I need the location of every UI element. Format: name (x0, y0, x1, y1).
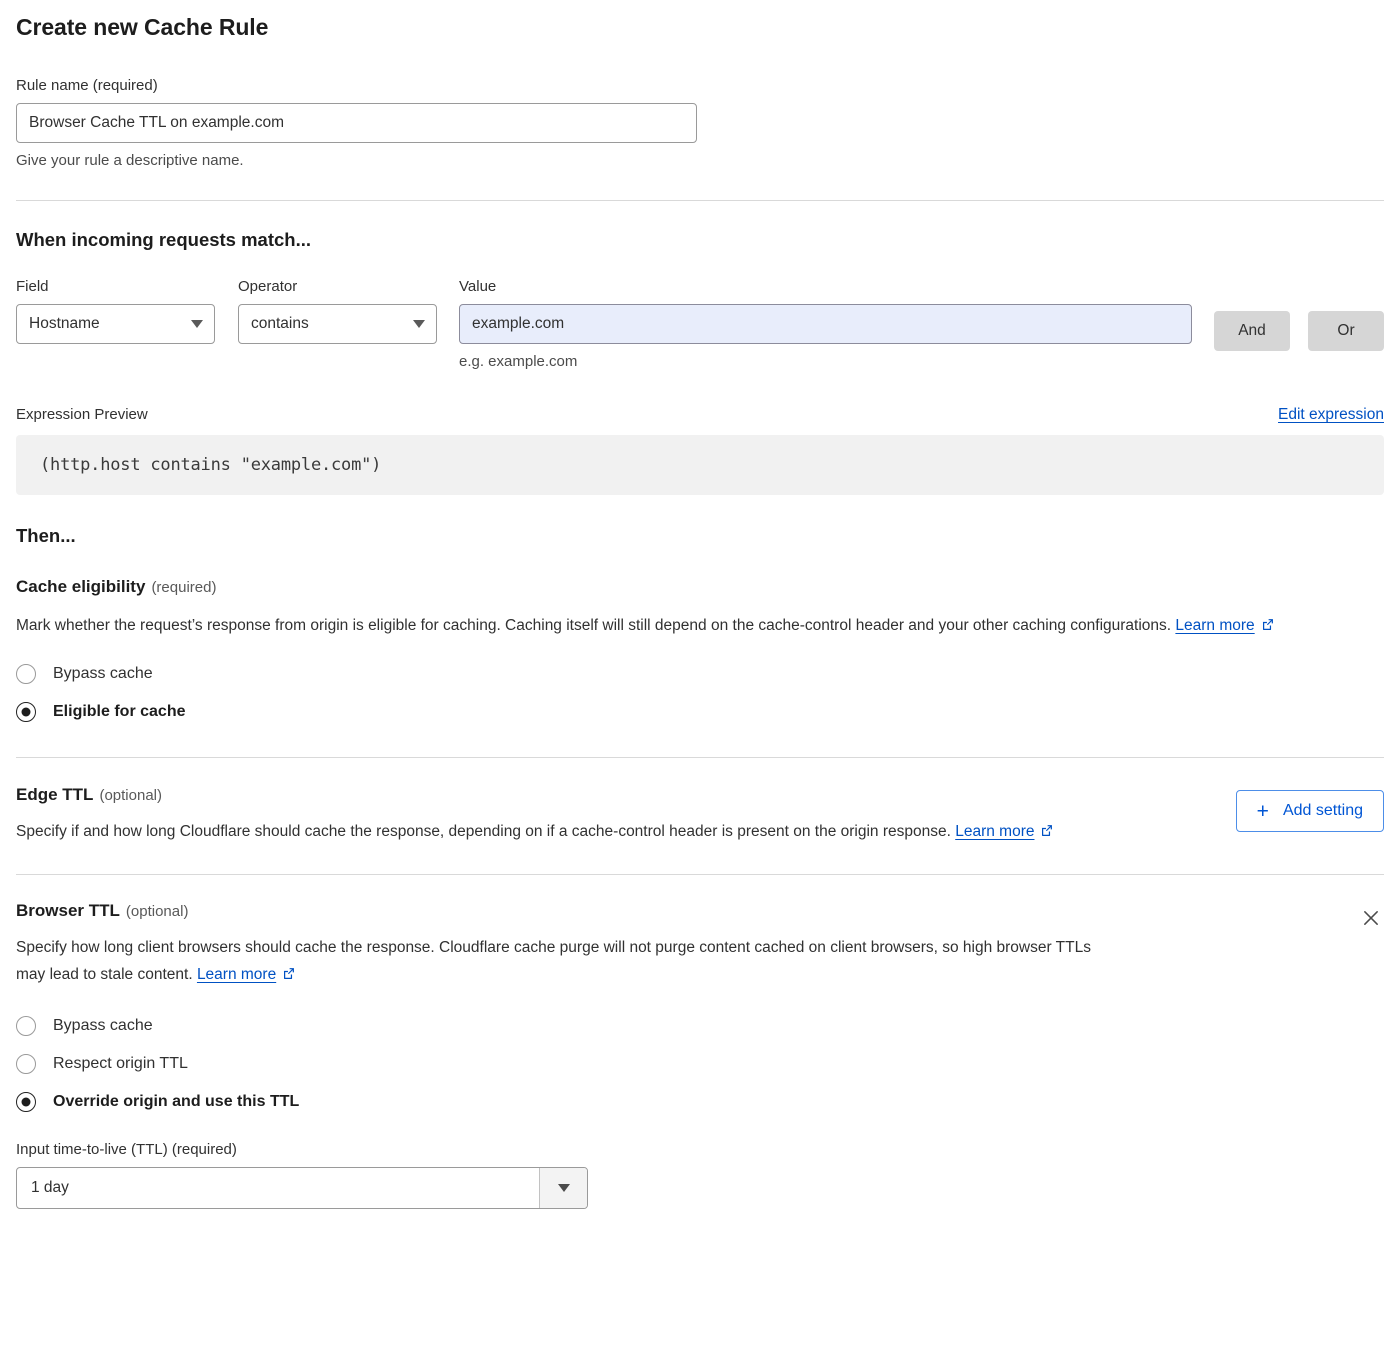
radio-label: Respect origin TTL (53, 1055, 188, 1073)
chevron-down-icon (558, 1184, 570, 1192)
condition-row: Field Hostname Operator contains Value (16, 278, 1384, 370)
radio-label: Override origin and use this TTL (53, 1093, 299, 1111)
create-cache-rule-page: Create new Cache Rule Rule name (require… (0, 0, 1400, 1229)
radio-icon (16, 1054, 36, 1074)
ttl-select[interactable]: 1 day (16, 1167, 588, 1209)
field-select[interactable]: Hostname (16, 304, 215, 344)
rule-name-label: Rule name (required) (16, 77, 1384, 94)
page-title: Create new Cache Rule (16, 0, 1384, 41)
divider-2 (16, 757, 1384, 758)
radio-icon-selected (16, 1092, 36, 1112)
expression-preview-label: Expression Preview (16, 406, 148, 423)
external-link-icon (1039, 820, 1054, 847)
operator-label: Operator (238, 278, 437, 295)
or-button[interactable]: Or (1308, 311, 1384, 351)
value-label: Value (459, 278, 1192, 295)
radio-bypass-cache-eligibility[interactable]: Bypass cache (16, 655, 1384, 693)
browser-ttl-header: Browser TTL (optional) (16, 901, 1111, 921)
chevron-down-icon (413, 320, 425, 328)
radio-bypass-cache-browser-ttl[interactable]: Bypass cache (16, 1007, 1384, 1045)
browser-ttl-description: Specify how long client browsers should … (16, 934, 1111, 990)
browser-ttl-section: Browser TTL (optional) Specify how long c… (16, 901, 1384, 1208)
edge-ttl-header: Edge TTL (optional) (16, 785, 1126, 805)
expression-preview-section: Expression Preview Edit expression (http… (16, 406, 1384, 495)
radio-icon (16, 1016, 36, 1036)
logic-buttons: And (1214, 278, 1290, 351)
ttl-label: Input time-to-live (TTL) (required) (16, 1141, 1384, 1158)
radio-eligible-for-cache[interactable]: Eligible for cache (16, 693, 1384, 731)
and-button[interactable]: And (1214, 311, 1290, 351)
edit-expression-link[interactable]: Edit expression (1278, 406, 1384, 424)
cache-eligibility-learn-more-link[interactable]: Learn more (1175, 617, 1254, 634)
operator-column: Operator contains (238, 278, 437, 344)
edge-ttl-learn-more-link[interactable]: Learn more (955, 823, 1034, 840)
divider-1 (16, 200, 1384, 201)
remove-browser-ttl-button[interactable] (1358, 905, 1384, 931)
browser-ttl-text-block: Browser TTL (optional) Specify how long c… (16, 901, 1111, 990)
cache-eligibility-description: Mark whether the request’s response from… (16, 612, 1384, 641)
cache-eligibility-section: Cache eligibility (required) Mark whether… (16, 577, 1384, 731)
radio-label: Bypass cache (53, 665, 153, 683)
cache-eligibility-requirement: (required) (151, 579, 216, 596)
edge-ttl-title: Edge TTL (16, 785, 93, 804)
rule-name-group: Rule name (required) Give your rule a de… (16, 77, 1384, 169)
radio-icon (16, 664, 36, 684)
cache-eligibility-title: Cache eligibility (16, 577, 145, 596)
expression-preview-code: (http.host contains "example.com") (16, 435, 1384, 495)
plus-icon: + (1257, 801, 1269, 822)
value-input[interactable] (459, 304, 1192, 344)
external-link-icon (281, 963, 296, 990)
edge-ttl-text-block: Edge TTL (optional) Specify if and how lo… (16, 785, 1126, 847)
operator-select[interactable]: contains (238, 304, 437, 344)
ttl-select-value: 1 day (17, 1168, 539, 1208)
browser-ttl-learn-more-link[interactable]: Learn more (197, 966, 276, 983)
edge-ttl-description-text: Specify if and how long Cloudflare shoul… (16, 823, 955, 840)
close-icon (1360, 907, 1382, 929)
then-section: Then... (16, 525, 1384, 547)
edge-ttl-description: Specify if and how long Cloudflare shoul… (16, 818, 1126, 847)
field-label: Field (16, 278, 215, 295)
operator-select-value: contains (251, 315, 309, 333)
edge-ttl-requirement: (optional) (99, 787, 162, 804)
browser-ttl-title: Browser TTL (16, 901, 120, 920)
add-setting-button[interactable]: + Add setting (1236, 790, 1384, 832)
value-hint: e.g. example.com (459, 353, 1192, 370)
field-select-value: Hostname (29, 315, 100, 333)
radio-label: Eligible for cache (53, 703, 185, 721)
rule-name-input[interactable] (16, 103, 697, 143)
external-link-icon (1260, 614, 1275, 641)
radio-label: Bypass cache (53, 1017, 153, 1035)
match-heading: When incoming requests match... (16, 229, 1384, 251)
edge-ttl-section: Edge TTL (optional) Specify if and how lo… (16, 785, 1384, 847)
radio-icon-selected (16, 702, 36, 722)
ttl-input-group: Input time-to-live (TTL) (required) 1 da… (16, 1141, 1384, 1209)
browser-ttl-requirement: (optional) (126, 903, 189, 920)
then-heading: Then... (16, 525, 1384, 547)
ttl-select-toggle[interactable] (539, 1168, 587, 1208)
rule-name-helper: Give your rule a descriptive name. (16, 152, 1384, 169)
add-setting-label: Add setting (1283, 802, 1363, 820)
cache-eligibility-description-text: Mark whether the request’s response from… (16, 617, 1175, 634)
browser-ttl-description-text: Specify how long client browsers should … (16, 939, 1091, 983)
radio-respect-origin-ttl[interactable]: Respect origin TTL (16, 1045, 1384, 1083)
radio-override-origin-ttl[interactable]: Override origin and use this TTL (16, 1083, 1384, 1121)
match-section: When incoming requests match... Field Ho… (16, 229, 1384, 370)
divider-3 (16, 874, 1384, 875)
field-column: Field Hostname (16, 278, 215, 344)
value-column: Value e.g. example.com (459, 278, 1192, 370)
cache-eligibility-header: Cache eligibility (required) (16, 577, 1384, 597)
chevron-down-icon (191, 320, 203, 328)
